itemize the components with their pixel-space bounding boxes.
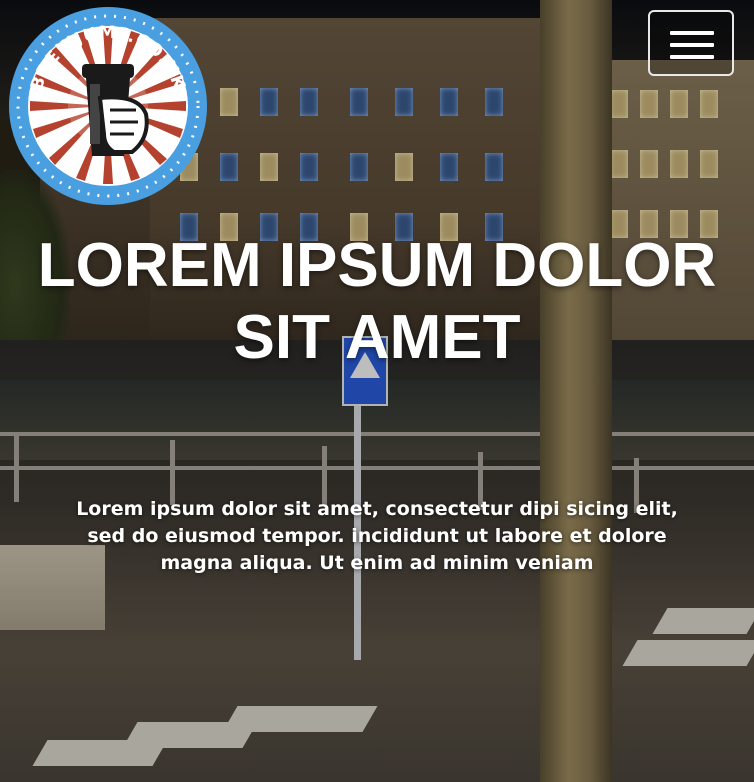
menu-button[interactable] [648,10,734,76]
hero-title: LOREM IPSUM DOLOR SIT AMET [37,231,717,372]
hero-text: Lorem ipsum dolor sit amet, consectetur … [76,498,678,574]
coffee-cup-hand-logo-icon: BREWJUMP.CO.UK [9,7,207,205]
brewjump-logo[interactable]: BREWJUMP.CO.UK [8,6,208,206]
